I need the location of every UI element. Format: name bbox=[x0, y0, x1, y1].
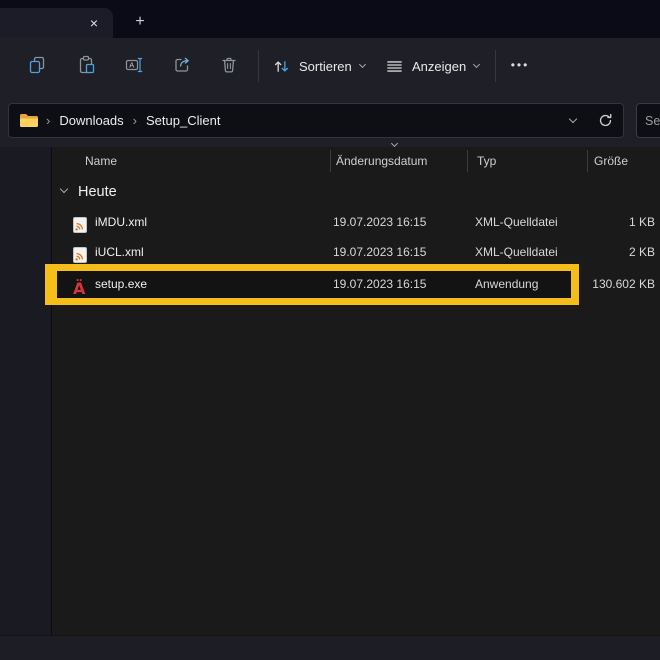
copy-icon bbox=[27, 55, 47, 75]
more-options-button[interactable]: ••• bbox=[505, 55, 535, 77]
toolbar-divider bbox=[495, 50, 496, 82]
svg-text:A: A bbox=[129, 61, 134, 70]
file-size: 2 KB bbox=[629, 237, 655, 267]
chevron-down-icon bbox=[359, 61, 366, 68]
paste-button[interactable] bbox=[76, 55, 98, 77]
share-icon bbox=[172, 55, 192, 75]
column-header-name[interactable]: Name bbox=[85, 154, 117, 168]
sort-label: Sortieren bbox=[299, 59, 352, 74]
file-modified: 19.07.2023 16:15 bbox=[333, 237, 426, 267]
column-resize-handle[interactable] bbox=[587, 150, 588, 172]
refresh-icon[interactable] bbox=[598, 113, 613, 128]
status-bar bbox=[0, 635, 660, 660]
command-bar: A Sortieren bbox=[0, 38, 660, 147]
folder-icon bbox=[19, 113, 39, 129]
close-tab-icon[interactable]: × bbox=[84, 13, 104, 33]
file-row-setup-exe[interactable]: Ä setup.exe 19.07.2023 16:15 Anwendung 1… bbox=[52, 269, 660, 300]
file-modified: 19.07.2023 16:15 bbox=[333, 269, 426, 300]
file-explorer-window: × + A bbox=[0, 0, 660, 660]
delete-button[interactable] bbox=[219, 55, 241, 77]
breadcrumb-separator: › bbox=[133, 113, 137, 128]
view-button[interactable]: Anzeigen bbox=[385, 52, 479, 80]
rename-button[interactable]: A bbox=[124, 55, 146, 77]
file-row-iucl[interactable]: iUCL.xml 19.07.2023 16:15 XML-Quelldatei… bbox=[52, 237, 660, 267]
file-type: XML-Quelldatei bbox=[475, 207, 558, 237]
file-size: 130.602 KB bbox=[592, 269, 655, 300]
column-resize-handle[interactable] bbox=[330, 150, 331, 172]
column-header-modified[interactable]: Änderungsdatum bbox=[336, 154, 427, 168]
sort-button[interactable]: Sortieren bbox=[272, 52, 365, 80]
file-modified: 19.07.2023 16:15 bbox=[333, 207, 426, 237]
new-tab-button[interactable]: + bbox=[130, 12, 150, 32]
file-type: Anwendung bbox=[475, 269, 538, 300]
address-dropdown-icon[interactable] bbox=[569, 115, 577, 123]
application-icon: Ä bbox=[73, 279, 85, 298]
file-size: 1 KB bbox=[629, 207, 655, 237]
rename-icon: A bbox=[124, 55, 144, 75]
toolbar-divider bbox=[258, 50, 259, 82]
chevron-down-icon bbox=[473, 61, 480, 68]
group-header-heute[interactable]: Heute bbox=[78, 184, 117, 200]
breadcrumb-setup-client[interactable]: Setup_Client bbox=[146, 113, 220, 128]
copy-button[interactable] bbox=[27, 55, 49, 77]
address-bar[interactable]: › Downloads › Setup_Client bbox=[8, 103, 624, 138]
xml-file-icon bbox=[73, 217, 87, 233]
breadcrumb-separator: › bbox=[46, 113, 50, 128]
file-row-imdu[interactable]: iMDU.xml 19.07.2023 16:15 XML-Quelldatei… bbox=[52, 207, 660, 237]
sort-icon bbox=[272, 57, 291, 76]
navigation-pane bbox=[0, 147, 51, 635]
xml-file-icon bbox=[73, 247, 87, 263]
column-resize-handle[interactable] bbox=[467, 150, 468, 172]
delete-icon bbox=[219, 55, 239, 75]
active-tab[interactable]: × bbox=[0, 8, 113, 38]
search-input[interactable] bbox=[636, 103, 660, 138]
column-header-type[interactable]: Typ bbox=[477, 154, 496, 168]
file-name: iMDU.xml bbox=[95, 207, 147, 237]
column-header-size[interactable]: Größe bbox=[594, 154, 628, 168]
paste-icon bbox=[76, 55, 96, 75]
breadcrumb-downloads[interactable]: Downloads bbox=[59, 113, 123, 128]
share-button[interactable] bbox=[172, 55, 194, 77]
file-name: setup.exe bbox=[95, 269, 147, 300]
file-name: iUCL.xml bbox=[95, 237, 144, 267]
tab-bar: × + bbox=[0, 0, 660, 38]
view-icon bbox=[385, 57, 404, 76]
view-label: Anzeigen bbox=[412, 59, 466, 74]
file-type: XML-Quelldatei bbox=[475, 237, 558, 267]
